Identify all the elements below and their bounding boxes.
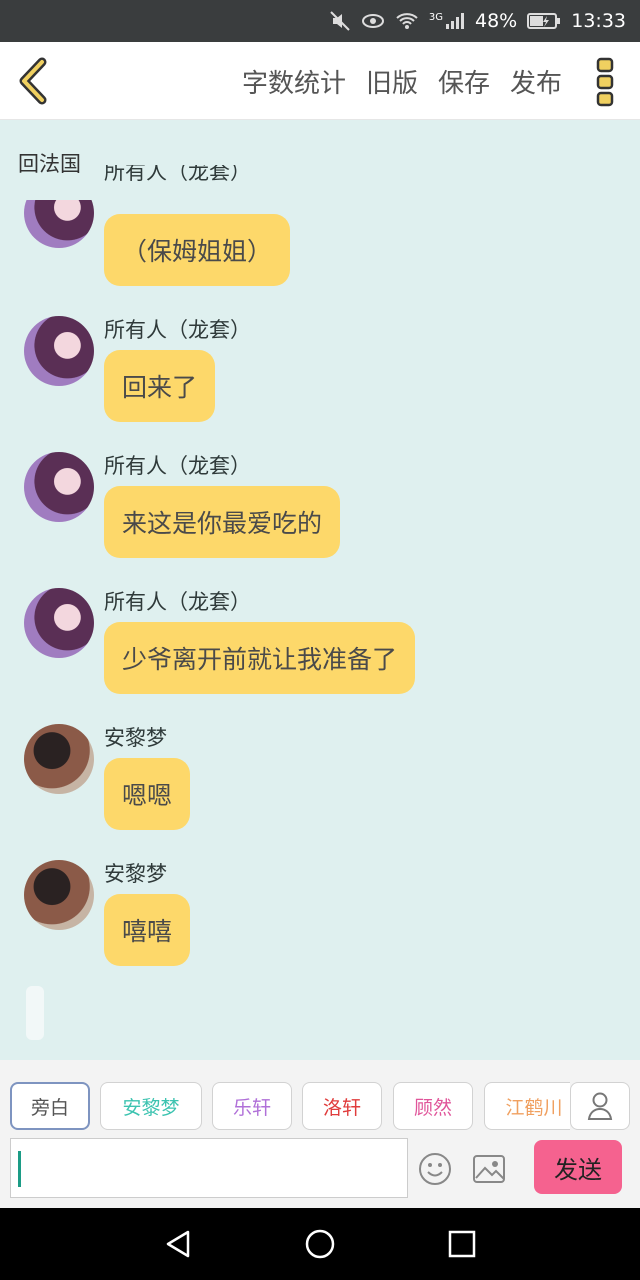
purple-hair-girl-avatar[interactable]: [24, 588, 94, 658]
composer-panel: 旁白 安黎梦 乐轩 洛轩 顾然 江鹤川 发送: [0, 1060, 640, 1208]
character-chip[interactable]: 乐轩: [212, 1082, 292, 1130]
message-bubble[interactable]: （保姆姐姐）: [104, 214, 291, 286]
chevron-left-icon[interactable]: [14, 56, 54, 106]
send-button[interactable]: 发送: [534, 1140, 622, 1194]
character-selector: 旁白 安黎梦 乐轩 洛轩 顾然 江鹤川: [10, 1082, 570, 1134]
message-input-box[interactable]: [10, 1138, 408, 1198]
image-icon[interactable]: [472, 1154, 506, 1184]
braided-hair-girl-avatar[interactable]: [24, 860, 94, 930]
toolbar-actions: 字数统计 旧版 保存 发布: [222, 42, 562, 120]
mute-icon: [329, 10, 351, 32]
battery-icon: [527, 12, 561, 30]
character-chip[interactable]: 安黎梦: [100, 1082, 202, 1130]
scroll-indicator[interactable]: [26, 986, 44, 1040]
message-bubble[interactable]: 来这是你最爱吃的: [104, 486, 341, 558]
chat-area[interactable]: 回法国 所有人（龙套） （保姆姐姐） 所有人（龙套） 回来了 所有人（龙套） 来…: [0, 120, 640, 1060]
chapter-title: 回法国: [18, 152, 81, 176]
battery-percent: 48%: [475, 10, 518, 32]
message-sender: 安黎梦: [104, 726, 167, 750]
character-chip[interactable]: 江鹤川: [484, 1082, 570, 1130]
purple-hair-girl-avatar[interactable]: [24, 452, 94, 522]
home-circle-icon[interactable]: [304, 1228, 336, 1260]
person-icon[interactable]: [570, 1082, 630, 1130]
message-bubble[interactable]: 嗯嗯: [104, 758, 191, 830]
message-sender: 所有人（龙套）: [104, 160, 251, 184]
signal-icon: 3G: [429, 12, 465, 30]
recents-square-icon[interactable]: [446, 1228, 478, 1260]
message-sender: 所有人（龙套）: [104, 454, 251, 478]
character-chip[interactable]: 顾然: [393, 1082, 473, 1130]
smiley-icon[interactable]: [418, 1152, 452, 1186]
status-bar: 3G 48% 13:33: [0, 0, 640, 42]
message-sender: 所有人（龙套）: [104, 590, 251, 614]
purple-hair-girl-avatar[interactable]: [24, 200, 94, 248]
message-sender: 所有人（龙套）: [104, 318, 251, 342]
message-sender: 安黎梦: [104, 862, 167, 886]
character-chip-narrator[interactable]: 旁白: [10, 1082, 90, 1130]
back-triangle-icon[interactable]: [162, 1228, 194, 1260]
braided-hair-girl-avatar[interactable]: [24, 724, 94, 794]
message-bubble[interactable]: 少爷离开前就让我准备了: [104, 622, 416, 694]
publish-button[interactable]: 发布: [510, 63, 562, 100]
old-version-button[interactable]: 旧版: [366, 63, 418, 100]
clock: 13:33: [571, 10, 626, 32]
message-input[interactable]: [27, 1147, 401, 1191]
system-nav-bar: [0, 1208, 640, 1280]
word-count-button[interactable]: 字数统计: [242, 63, 346, 100]
wifi-icon: [395, 12, 419, 30]
network-type: 3G: [428, 12, 443, 23]
character-chip[interactable]: 洛轩: [302, 1082, 382, 1130]
editor-toolbar: 字数统计 旧版 保存 发布: [0, 42, 640, 120]
eye-icon: [361, 12, 385, 30]
save-button[interactable]: 保存: [438, 63, 490, 100]
vertical-dots-icon[interactable]: [594, 56, 616, 108]
purple-hair-girl-avatar[interactable]: [24, 316, 94, 386]
text-caret: [18, 1151, 21, 1187]
message-bubble[interactable]: 嘻嘻: [104, 894, 191, 966]
message-bubble[interactable]: 回来了: [104, 350, 216, 422]
